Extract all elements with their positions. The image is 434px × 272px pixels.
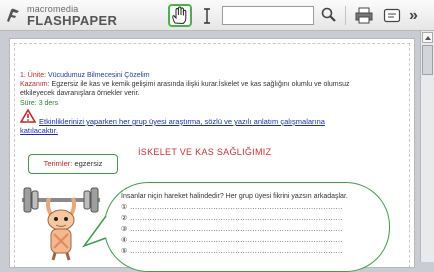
kazanim-line: Kazanım: Egzersiz ile kas ve kemik geliş… bbox=[20, 80, 350, 89]
sure-value: 3 ders bbox=[38, 100, 59, 107]
more-button[interactable]: » bbox=[409, 7, 427, 24]
answer-line-3[interactable]: ③ ......................................… bbox=[121, 225, 343, 233]
section-title: İSKELET VE KAS SAĞLIĞIMIZ bbox=[138, 147, 272, 157]
hand-tool-button[interactable] bbox=[168, 4, 192, 27]
text-select-button[interactable] bbox=[201, 6, 213, 26]
text-select-icon bbox=[204, 8, 210, 24]
answer-line-5[interactable]: ⑤ ......................................… bbox=[121, 247, 343, 255]
kazanim-text-1: Egzersiz ile kas ve kemik gelişimi arası… bbox=[51, 81, 350, 88]
sure-line: Süre: 3 ders bbox=[20, 99, 58, 108]
search-icon bbox=[321, 7, 336, 22]
print-icon bbox=[355, 7, 373, 24]
hand-tool-icon bbox=[172, 6, 187, 25]
print-button[interactable] bbox=[354, 6, 374, 25]
terms-label: Terimler: bbox=[43, 159, 73, 168]
toolbar-divider bbox=[345, 6, 346, 25]
logo-text-bottom: FLASHPAPER bbox=[27, 13, 118, 28]
answer-line-1[interactable]: ① ......................................… bbox=[121, 203, 343, 211]
app-logo: macromedia FLASHPAPER bbox=[5, 3, 117, 29]
scroll-up-arrow-icon[interactable] bbox=[422, 32, 433, 43]
view-icon bbox=[383, 8, 401, 23]
answer-line-2[interactable]: ② ......................................… bbox=[121, 214, 343, 222]
unit-line: 1. Ünite: Vücudumuz Bilmecesini Çözelim bbox=[20, 71, 150, 80]
toolbar: macromedia FLASHPAPER » bbox=[0, 0, 434, 31]
search-button[interactable] bbox=[320, 6, 338, 24]
kazanim-text-2: etkileyecek davranışlara örnekler verir. bbox=[20, 90, 140, 97]
terms-value: egzersiz bbox=[74, 159, 103, 168]
vertical-scrollbar[interactable] bbox=[420, 31, 434, 262]
terms-box: Terimler: egzersiz bbox=[28, 154, 118, 174]
warning-icon bbox=[20, 109, 36, 123]
unit-label: 1. Ünite: bbox=[20, 72, 47, 79]
warning-text-1: Etkinliklerinizi yaparken her grup üyesi… bbox=[39, 117, 325, 126]
weightlifter-illustration bbox=[22, 187, 100, 261]
flashpaper-logo-icon bbox=[7, 8, 19, 22]
search-input[interactable] bbox=[222, 6, 314, 25]
question-text: İnsanlar niçin hareket halindedir? Her g… bbox=[121, 193, 348, 200]
answer-line-4[interactable]: ④ ......................................… bbox=[121, 236, 343, 244]
more-icon: » bbox=[409, 7, 418, 24]
kazanim-label: Kazanım: bbox=[20, 81, 50, 88]
view-button[interactable] bbox=[383, 8, 401, 23]
warning-text-2: katılacaktır. bbox=[20, 126, 58, 135]
scroll-thumb[interactable] bbox=[422, 45, 433, 75]
sure-label: Süre: bbox=[20, 100, 37, 107]
unit-value: Vücudumuz Bilmecesini Çözelim bbox=[48, 72, 150, 79]
